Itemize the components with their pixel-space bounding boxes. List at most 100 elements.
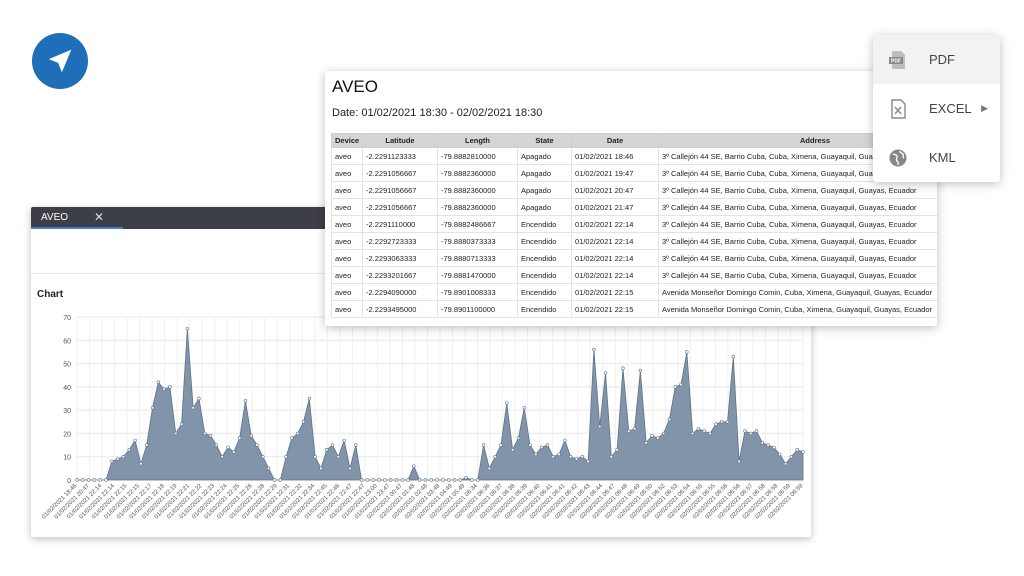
table-row[interactable]: aveo -2.2293063333 -79.8880713333 Encendido… (331, 249, 937, 267)
data-point (441, 478, 445, 482)
data-point (795, 448, 799, 452)
y-tick-label: 0 (67, 478, 71, 485)
data-point (563, 438, 567, 443)
data-point (749, 431, 753, 436)
table-cell: aveo (331, 198, 363, 216)
table-cell: 01/02/2021 22:14 (571, 215, 659, 233)
data-point (539, 445, 544, 450)
export-menu: PDF PDF EXCEL ▶ KML (873, 35, 1000, 182)
data-point (115, 457, 120, 461)
data-point (127, 448, 131, 452)
data-point (696, 427, 701, 431)
data-point (702, 429, 706, 433)
table-cell: -2.2293201667 (362, 266, 438, 284)
data-point (406, 478, 410, 482)
data-point (319, 466, 323, 471)
data-point (679, 382, 683, 387)
data-point (220, 455, 224, 459)
table-cell: 01/02/2021 19:47 (571, 164, 659, 182)
data-point (772, 445, 776, 450)
table-cell: 01/02/2021 21:47 (571, 198, 659, 216)
data-point (476, 478, 480, 482)
y-tick-label: 10 (63, 455, 71, 462)
data-point (493, 455, 497, 459)
data-point (458, 478, 463, 482)
table-row[interactable]: aveo -2.2293495000 -79.8901100000 Encendido… (331, 300, 937, 318)
data-point (191, 406, 195, 410)
y-tick-label: 20 (63, 431, 71, 438)
menu-item-excel[interactable]: EXCEL ▶ (873, 84, 1000, 133)
table-cell: aveo (331, 147, 363, 165)
data-point (272, 478, 277, 482)
data-point (342, 438, 346, 443)
table-row[interactable]: aveo -2.2293201667 -79.8881470000 Encendido… (331, 266, 937, 284)
menu-item-pdf[interactable]: PDF PDF (873, 35, 1000, 84)
table-cell: Apagado (517, 147, 572, 165)
table-row[interactable]: aveo -2.2291056667 -79.8882360000 Apagado 01… (331, 181, 937, 199)
tab-aveo[interactable]: AVEO (31, 207, 123, 229)
table-cell: Avenida Monseñor Domingo Comin, Cuba, Xi… (658, 300, 937, 318)
data-point (423, 478, 428, 482)
table-row[interactable]: aveo -2.2291123333 -79.8882810000 Apagado 01… (331, 147, 937, 165)
data-point (627, 429, 631, 433)
table-row[interactable]: aveo -2.2291056667 -79.8882360000 Apagado 01… (331, 198, 937, 216)
data-point (261, 455, 265, 459)
table-row[interactable]: aveo -2.2294090000 -79.8901008333 Encendido… (331, 283, 937, 301)
table-cell: Encendido (517, 283, 572, 301)
data-point (359, 478, 364, 482)
data-point (243, 399, 248, 403)
close-icon[interactable]: ✕ (94, 210, 104, 224)
table-row[interactable]: aveo -2.2291056667 -79.8882360000 Apagado 01… (331, 164, 937, 182)
excel-file-icon (887, 98, 909, 120)
table-cell: aveo (331, 283, 363, 301)
chart-title: Chart (37, 289, 64, 300)
table-cell: -79.8882486667 (437, 215, 518, 233)
data-point (516, 436, 521, 440)
table-cell: Apagado (517, 181, 572, 199)
data-point (586, 459, 590, 464)
report-window: AVEO Date: 01/02/2021 18:30 - 02/02/2021… (325, 71, 937, 326)
globe-icon (887, 147, 909, 169)
data-point (661, 431, 666, 436)
data-point (139, 462, 143, 466)
data-point (731, 354, 735, 359)
table-cell: -79.8882810000 (437, 147, 518, 165)
data-point (638, 368, 643, 373)
table-cell: -2.2293063333 (362, 249, 438, 267)
data-point (435, 478, 439, 482)
data-point (75, 478, 79, 482)
data-point (174, 431, 178, 436)
data-point (464, 475, 468, 480)
data-point (394, 478, 399, 482)
table-cell: Encendido (517, 266, 572, 284)
table-cell: -2.2292723333 (362, 232, 438, 250)
table-cell: 3º Callejón 44 SE, Barrio Cuba, Cuba, Xi… (658, 198, 937, 216)
data-point (667, 417, 672, 422)
data-point (150, 406, 155, 410)
report-date-range: Date: 01/02/2021 18:30 - 02/02/2021 18:3… (332, 107, 543, 119)
table-cell: 01/02/2021 22:14 (571, 249, 659, 267)
data-point (714, 422, 718, 426)
table-cell: 01/02/2021 22:15 (571, 300, 659, 318)
data-point (237, 436, 242, 440)
y-tick-label: 40 (63, 385, 71, 392)
data-point (336, 455, 341, 459)
data-point (766, 443, 770, 447)
data-point (708, 431, 712, 436)
data-point (429, 478, 433, 482)
table-row[interactable]: aveo -2.2292723333 -79.8880373333 Encendido… (331, 232, 937, 250)
table-cell: -79.8880373333 (437, 232, 518, 250)
data-point (650, 434, 654, 438)
table-cell: Apagado (517, 198, 572, 216)
data-point (156, 380, 161, 384)
table-row[interactable]: aveo -2.2291110000 -79.8882486667 Encendido… (331, 215, 937, 233)
data-point (377, 478, 381, 482)
data-point (307, 396, 312, 401)
menu-item-kml[interactable]: KML (873, 133, 1000, 182)
table-cell: -2.2294090000 (362, 283, 438, 301)
table-cell: -79.8882360000 (437, 164, 518, 182)
data-point (632, 427, 637, 431)
data-point (179, 422, 184, 426)
data-point (330, 443, 335, 447)
table-cell: 3º Callejón 44 SE, Barrio Cuba, Cuba, Xi… (658, 249, 937, 267)
